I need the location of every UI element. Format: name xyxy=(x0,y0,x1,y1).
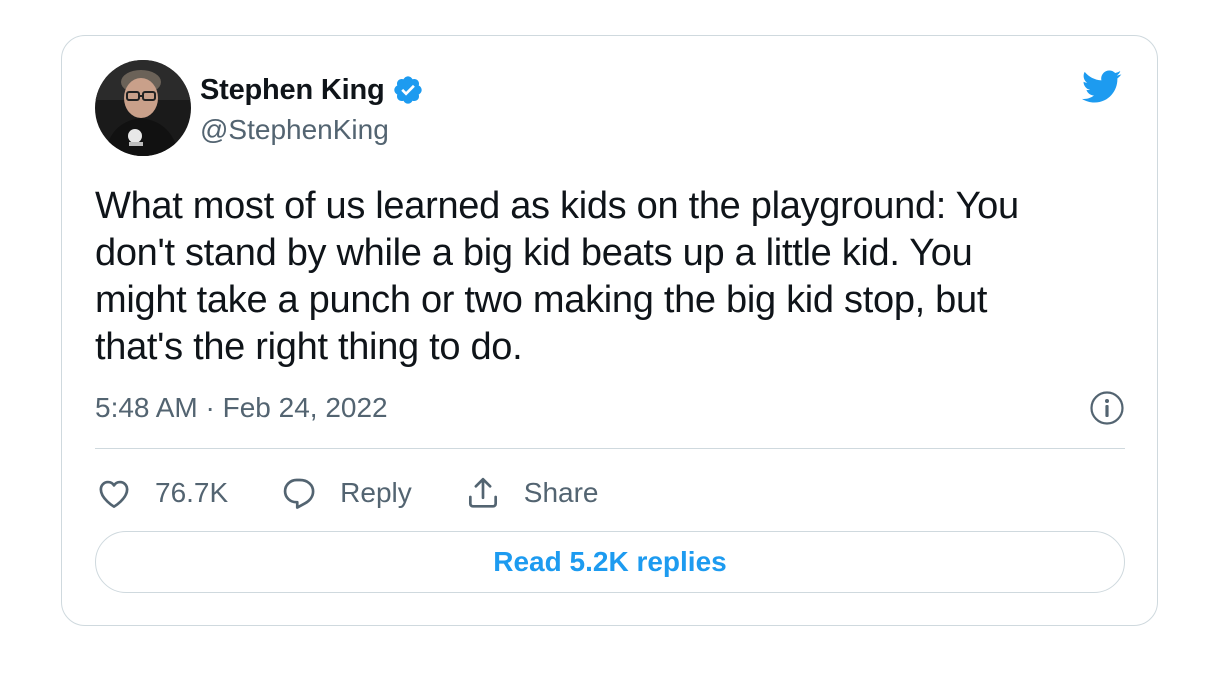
twitter-bird-icon[interactable] xyxy=(1079,66,1125,106)
share-icon xyxy=(468,477,497,508)
speech-bubble-icon xyxy=(283,478,315,509)
like-count: 76.7K xyxy=(155,477,229,508)
divider xyxy=(95,448,1125,449)
author-name-row[interactable]: Stephen King xyxy=(200,72,424,108)
like-button[interactable]: 76.7K xyxy=(95,474,228,512)
read-replies-button[interactable]: Read 5.2K replies xyxy=(95,531,1125,593)
heart-icon xyxy=(99,480,129,508)
tweet-text: What most of us learned as kids on the p… xyxy=(95,185,1019,368)
verified-badge-icon xyxy=(392,74,424,106)
tweet-card[interactable]: Stephen King @StephenKing What most of u… xyxy=(61,35,1158,626)
reply-label: Reply xyxy=(340,477,412,508)
share-button[interactable]: Share xyxy=(464,474,599,512)
share-label: Share xyxy=(523,477,599,508)
tweet-timestamp[interactable]: 5:48 AM · Feb 24, 2022 xyxy=(95,392,388,424)
avatar[interactable] xyxy=(95,60,191,156)
action-bar: 76.7K Reply Share xyxy=(95,470,650,516)
info-icon[interactable] xyxy=(1089,390,1125,426)
avatar-image xyxy=(95,60,191,156)
author-display-name[interactable]: Stephen King xyxy=(200,74,385,107)
author-handle[interactable]: @StephenKing xyxy=(200,114,389,146)
reply-button[interactable]: Reply xyxy=(280,474,412,512)
